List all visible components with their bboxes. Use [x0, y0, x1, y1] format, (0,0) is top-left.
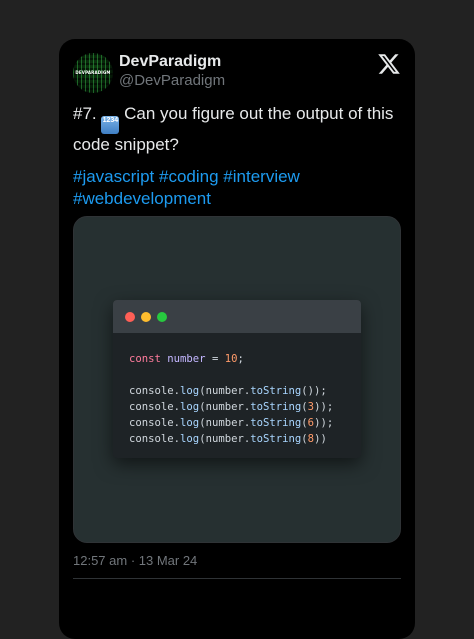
- code-line: console.log(number.toString(8)): [129, 433, 327, 445]
- tweet-question: Can you figure out the output of this co…: [73, 104, 394, 154]
- tweet-timestamp[interactable]: 12:57 am · 13 Mar 24: [73, 553, 197, 568]
- maximize-dot-icon: [157, 312, 167, 322]
- hashtag-list: #javascript #coding #interview #webdevel…: [73, 166, 403, 210]
- avatar[interactable]: DEVPARADIGM: [73, 53, 113, 93]
- code-snippet: const number = 10; console.log(number.to…: [129, 351, 333, 447]
- author-handle[interactable]: @DevParadigm: [119, 72, 225, 89]
- code-line: const number = 10;: [129, 353, 244, 365]
- hashtag-webdevelopment[interactable]: #webdevelopment: [73, 189, 211, 208]
- window-title-bar: [113, 300, 361, 333]
- author-name[interactable]: DevParadigm: [119, 53, 221, 71]
- x-logo-icon[interactable]: [377, 52, 401, 76]
- code-window: const number = 10; console.log(number.to…: [113, 300, 361, 458]
- divider: [73, 578, 401, 579]
- code-line: console.log(number.toString(3));: [129, 401, 334, 413]
- avatar-logo-text: DEVPARADIGM: [75, 70, 111, 75]
- tweet-number: #7.: [73, 104, 102, 123]
- input-numbers-emoji-icon: 1234: [101, 116, 120, 134]
- close-dot-icon: [125, 312, 135, 322]
- tweet-text: #7. 1234 Can you figure out the output o…: [73, 103, 403, 156]
- tweet-card: DEVPARADIGM DevParadigm @DevParadigm #7.…: [59, 39, 415, 639]
- code-line: console.log(number.toString());: [129, 385, 327, 397]
- code-line: console.log(number.toString(6));: [129, 417, 334, 429]
- hashtag-coding[interactable]: #coding: [159, 167, 219, 186]
- minimize-dot-icon: [141, 312, 151, 322]
- hashtag-interview[interactable]: #interview: [223, 167, 300, 186]
- code-image[interactable]: const number = 10; console.log(number.to…: [73, 216, 401, 543]
- hashtag-javascript[interactable]: #javascript: [73, 167, 154, 186]
